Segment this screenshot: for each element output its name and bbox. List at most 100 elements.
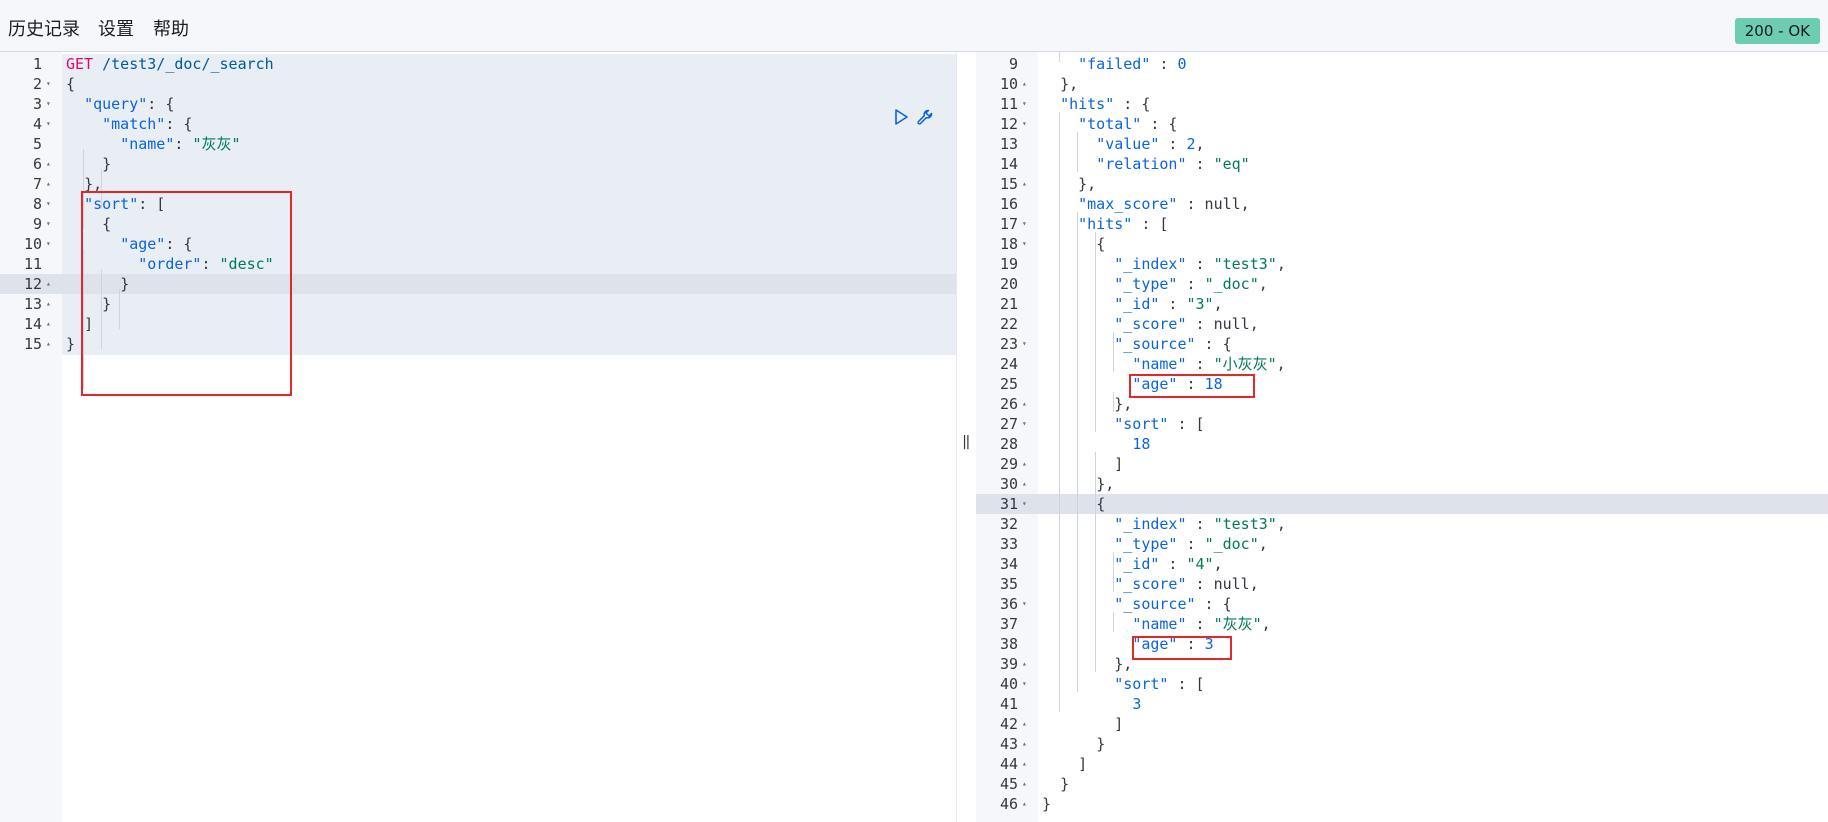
response-line[interactable]: 21 "_id" : "3", xyxy=(976,294,1828,314)
response-code-text: } xyxy=(1042,795,1052,813)
response-line[interactable]: 27 ▾ "sort" : [ xyxy=(976,414,1828,434)
response-line[interactable]: 33 "_type" : "_doc", xyxy=(976,534,1828,554)
fold-collapse-icon[interactable]: ▴ xyxy=(46,154,58,174)
response-line[interactable]: 44 ▴ ] xyxy=(976,754,1828,774)
response-line[interactable]: 42 ▴ ] xyxy=(976,714,1828,734)
fold-expanded-icon[interactable]: ▾ xyxy=(1022,334,1034,354)
line-number: 15 xyxy=(23,335,42,353)
fold-expanded-icon[interactable]: ▾ xyxy=(46,74,58,94)
response-line[interactable]: 15 ▴ }, xyxy=(976,174,1828,194)
fold-collapse-icon[interactable]: ▴ xyxy=(1022,474,1034,494)
fold-expanded-icon[interactable]: ▾ xyxy=(1022,674,1034,694)
fold-expanded-icon[interactable]: ▾ xyxy=(46,194,58,214)
response-line[interactable]: 16 "max_score" : null, xyxy=(976,194,1828,214)
response-line[interactable]: 9 "failed" : 0 xyxy=(976,54,1828,74)
fold-expanded-icon[interactable]: ▾ xyxy=(46,94,58,114)
fold-expanded-icon[interactable]: ▾ xyxy=(46,234,58,254)
wrench-icon[interactable] xyxy=(916,108,934,126)
request-line[interactable]: 6 ▴ } xyxy=(0,154,956,174)
response-line[interactable]: 29 ▴ ] xyxy=(976,454,1828,474)
response-code-text: "_index" : "test3", xyxy=(1114,255,1286,273)
menu-history[interactable]: 历史记录 xyxy=(8,18,80,42)
response-line[interactable]: 19 "_index" : "test3", xyxy=(976,254,1828,274)
response-line[interactable]: 30 ▴ }, xyxy=(976,474,1828,494)
request-line[interactable]: 5 "name": "灰灰" xyxy=(0,134,956,154)
response-line[interactable]: 18 ▾ { xyxy=(976,234,1828,254)
fold-collapse-icon[interactable]: ▴ xyxy=(1022,74,1034,94)
response-line[interactable]: 25 "age" : 18 xyxy=(976,374,1828,394)
response-line[interactable]: 13 "value" : 2, xyxy=(976,134,1828,154)
response-line[interactable]: 37 "name" : "灰灰", xyxy=(976,614,1828,634)
line-number: 17 xyxy=(999,215,1018,233)
response-line[interactable]: 23 ▾ "_source" : { xyxy=(976,334,1828,354)
response-line[interactable]: 12 ▾ "total" : { xyxy=(976,114,1828,134)
line-number: 2 xyxy=(32,75,42,93)
fold-expanded-icon[interactable]: ▾ xyxy=(1022,114,1034,134)
response-line[interactable]: 11 ▾ "hits" : { xyxy=(976,94,1828,114)
indent-guide xyxy=(1095,232,1096,432)
fold-collapse-icon[interactable]: ▴ xyxy=(1022,174,1034,194)
indent-guide xyxy=(1059,112,1060,712)
response-viewer[interactable]: 9 "failed" : 0 10 ▴ }, 11 ▾ "hits" : {12 ▾ "t… xyxy=(976,52,1828,822)
request-editor[interactable]: 1 GET /test3/_doc/_search 2 ▾{3 ▾ "query": {… xyxy=(0,52,956,822)
response-line[interactable]: 26 ▴ }, xyxy=(976,394,1828,414)
fold-collapse-icon[interactable]: ▴ xyxy=(46,274,58,294)
fold-expanded-icon[interactable]: ▾ xyxy=(1022,94,1034,114)
response-line[interactable]: 38 "age" : 3 xyxy=(976,634,1828,654)
fold-collapse-icon[interactable]: ▴ xyxy=(1022,734,1034,754)
sort-clause-highlight-box xyxy=(81,191,292,396)
response-line[interactable]: 35 "_score" : null, xyxy=(976,574,1828,594)
fold-collapse-icon[interactable]: ▴ xyxy=(1022,794,1034,814)
fold-collapse-icon[interactable]: ▴ xyxy=(46,294,58,314)
response-line[interactable]: 10 ▴ }, xyxy=(976,74,1828,94)
fold-collapse-icon[interactable]: ▴ xyxy=(1022,774,1034,794)
fold-expanded-icon[interactable]: ▾ xyxy=(1022,214,1034,234)
line-number: 30 xyxy=(999,475,1018,493)
response-line[interactable]: 32 "_index" : "test3", xyxy=(976,514,1828,534)
response-line[interactable]: 45 ▴ } xyxy=(976,774,1828,794)
line-number: 19 xyxy=(999,255,1018,273)
request-line[interactable]: 3 ▾ "query": { xyxy=(0,94,956,114)
resize-handle-icon[interactable]: ‖ xyxy=(962,434,970,450)
fold-collapse-icon[interactable]: ▴ xyxy=(1022,454,1034,474)
response-line[interactable]: 46 ▴} xyxy=(976,794,1828,814)
response-line[interactable]: 40 ▾ "sort" : [ xyxy=(976,674,1828,694)
fold-expanded-icon[interactable]: ▾ xyxy=(1022,594,1034,614)
response-line[interactable]: 41 3 xyxy=(976,694,1828,714)
response-line[interactable]: 39 ▴ }, xyxy=(976,654,1828,674)
fold-collapse-icon[interactable]: ▴ xyxy=(1022,394,1034,414)
request-line[interactable]: 4 ▾ "match": { xyxy=(0,114,956,134)
response-line[interactable]: 36 ▾ "_source" : { xyxy=(976,594,1828,614)
play-icon[interactable] xyxy=(892,108,910,126)
fold-expanded-icon[interactable]: ▾ xyxy=(46,214,58,234)
response-line[interactable]: 14 "relation" : "eq" xyxy=(976,154,1828,174)
response-line[interactable]: 24 "name" : "小灰灰", xyxy=(976,354,1828,374)
fold-collapse-icon[interactable]: ▴ xyxy=(46,174,58,194)
fold-expanded-icon[interactable]: ▾ xyxy=(1022,494,1034,514)
line-number: 7 xyxy=(32,175,42,193)
request-line[interactable]: 1 GET /test3/_doc/_search xyxy=(0,54,956,74)
fold-collapse-icon[interactable]: ▴ xyxy=(46,314,58,334)
fold-expanded-icon[interactable]: ▾ xyxy=(1022,414,1034,434)
response-code-text: "_type" : "_doc", xyxy=(1114,275,1268,293)
response-line[interactable]: 20 "_type" : "_doc", xyxy=(976,274,1828,294)
fold-expanded-icon[interactable]: ▾ xyxy=(1022,234,1034,254)
response-line[interactable]: 43 ▴ } xyxy=(976,734,1828,754)
response-line[interactable]: 28 18 xyxy=(976,434,1828,454)
menu-help[interactable]: 帮助 xyxy=(153,18,189,42)
pane-divider[interactable]: ‖ xyxy=(956,52,976,822)
line-number: 5 xyxy=(32,135,42,153)
line-number: 45 xyxy=(999,775,1018,793)
response-line[interactable]: 31 ▾ { xyxy=(976,494,1828,514)
menu-settings[interactable]: 设置 xyxy=(98,18,134,42)
response-line[interactable]: 22 "_score" : null, xyxy=(976,314,1828,334)
response-line[interactable]: 17 ▾ "hits" : [ xyxy=(976,214,1828,234)
line-number: 4 xyxy=(32,115,42,133)
fold-collapse-icon[interactable]: ▴ xyxy=(1022,754,1034,774)
fold-collapse-icon[interactable]: ▴ xyxy=(46,334,58,354)
request-line[interactable]: 2 ▾ { xyxy=(0,74,956,94)
fold-expanded-icon[interactable]: ▾ xyxy=(46,114,58,134)
fold-collapse-icon[interactable]: ▴ xyxy=(1022,654,1034,674)
fold-collapse-icon[interactable]: ▴ xyxy=(1022,714,1034,734)
response-line[interactable]: 34 "_id" : "4", xyxy=(976,554,1828,574)
